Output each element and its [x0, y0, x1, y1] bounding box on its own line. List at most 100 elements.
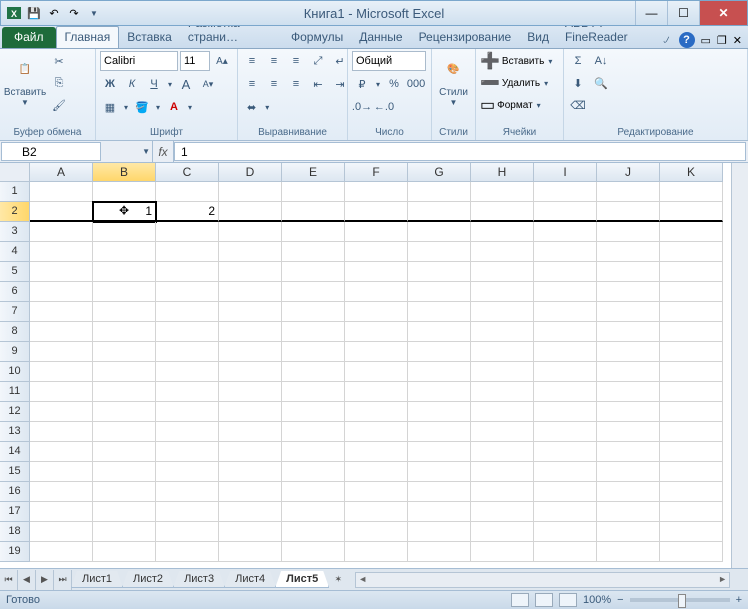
cell-C18[interactable] [156, 522, 219, 542]
cell-G19[interactable] [408, 542, 471, 562]
zoom-value[interactable]: 100% [583, 594, 611, 606]
cell-B1[interactable] [93, 182, 156, 202]
border-icon[interactable]: ▦ [100, 97, 120, 117]
cell-C13[interactable] [156, 422, 219, 442]
underline-button[interactable]: Ч [144, 74, 164, 94]
cell-H15[interactable] [471, 462, 534, 482]
cell-B2[interactable]: 1✥ [93, 202, 156, 222]
cell-K16[interactable] [660, 482, 723, 502]
cell-B13[interactable] [93, 422, 156, 442]
cell-G17[interactable] [408, 502, 471, 522]
ribbon-minimize-icon[interactable]: ㇢ [661, 35, 673, 46]
wrap-text-icon[interactable]: ↵ [330, 51, 350, 71]
indent-inc-icon[interactable]: ⇥ [330, 74, 350, 94]
namebox-dropdown-icon[interactable]: ▼ [140, 147, 152, 156]
cell-G6[interactable] [408, 282, 471, 302]
page-layout-view-icon[interactable] [535, 593, 553, 607]
cell-H3[interactable] [471, 222, 534, 242]
fill-color-icon[interactable]: 🪣 [132, 97, 152, 117]
new-sheet-icon[interactable]: ✶ [329, 570, 347, 590]
sheet-tab-Лист5[interactable]: Лист5 [275, 571, 329, 588]
cell-F17[interactable] [345, 502, 408, 522]
cell-A7[interactable] [30, 302, 93, 322]
col-header-H[interactable]: H [471, 163, 534, 182]
cell-H11[interactable] [471, 382, 534, 402]
cell-G11[interactable] [408, 382, 471, 402]
row-header-3[interactable]: 3 [0, 222, 30, 242]
cell-B12[interactable] [93, 402, 156, 422]
cell-G13[interactable] [408, 422, 471, 442]
cell-J16[interactable] [597, 482, 660, 502]
format-painter-icon[interactable]: 🖌 [49, 95, 69, 115]
cell-A2[interactable] [30, 202, 93, 222]
row-header-11[interactable]: 11 [0, 382, 30, 402]
cell-I15[interactable] [534, 462, 597, 482]
cell-E18[interactable] [282, 522, 345, 542]
cell-E14[interactable] [282, 442, 345, 462]
excel-icon[interactable]: X [5, 4, 23, 22]
cell-D10[interactable] [219, 362, 282, 382]
font-name-combo[interactable]: Calibri [100, 51, 178, 71]
cell-D3[interactable] [219, 222, 282, 242]
sheet-tab-Лист1[interactable]: Лист1 [71, 571, 123, 588]
cell-C12[interactable] [156, 402, 219, 422]
cell-J10[interactable] [597, 362, 660, 382]
cell-D11[interactable] [219, 382, 282, 402]
ribbon-tab-6[interactable]: Вид [519, 27, 557, 48]
bold-button[interactable]: Ж [100, 74, 120, 94]
orientation-icon[interactable]: ⤢ [308, 51, 328, 71]
cell-B8[interactable] [93, 322, 156, 342]
sheet-tab-Лист4[interactable]: Лист4 [224, 571, 276, 588]
cell-F19[interactable] [345, 542, 408, 562]
cell-E9[interactable] [282, 342, 345, 362]
indent-dec-icon[interactable]: ⇤ [308, 74, 328, 94]
cell-G4[interactable] [408, 242, 471, 262]
cell-D9[interactable] [219, 342, 282, 362]
row-header-12[interactable]: 12 [0, 402, 30, 422]
cell-K18[interactable] [660, 522, 723, 542]
cell-D17[interactable] [219, 502, 282, 522]
undo-icon[interactable]: ↶ [45, 4, 63, 22]
clear-icon[interactable]: ⌫ [568, 95, 588, 115]
cell-E8[interactable] [282, 322, 345, 342]
cell-I5[interactable] [534, 262, 597, 282]
row-header-10[interactable]: 10 [0, 362, 30, 382]
sheet-first-icon[interactable]: ⏮ [0, 570, 18, 590]
cell-D5[interactable] [219, 262, 282, 282]
cell-H4[interactable] [471, 242, 534, 262]
cell-A16[interactable] [30, 482, 93, 502]
cell-I10[interactable] [534, 362, 597, 382]
cell-G18[interactable] [408, 522, 471, 542]
row-header-17[interactable]: 17 [0, 502, 30, 522]
cell-I4[interactable] [534, 242, 597, 262]
accounting-icon[interactable]: ₽ [352, 74, 372, 94]
sheet-prev-icon[interactable]: ◀ [18, 570, 36, 590]
cell-H18[interactable] [471, 522, 534, 542]
cell-C4[interactable] [156, 242, 219, 262]
ribbon-tab-4[interactable]: Данные [351, 27, 410, 48]
cell-J13[interactable] [597, 422, 660, 442]
cell-E2[interactable] [282, 202, 345, 222]
name-box[interactable]: B2 [1, 142, 101, 161]
save-icon[interactable]: 💾 [25, 4, 43, 22]
cell-D14[interactable] [219, 442, 282, 462]
doc-restore-icon[interactable]: ❐ [717, 34, 727, 47]
sheet-tab-Лист3[interactable]: Лист3 [173, 571, 225, 588]
cell-F13[interactable] [345, 422, 408, 442]
formula-input[interactable]: 1 [174, 142, 746, 161]
cell-E17[interactable] [282, 502, 345, 522]
cell-A15[interactable] [30, 462, 93, 482]
row-header-13[interactable]: 13 [0, 422, 30, 442]
cell-K19[interactable] [660, 542, 723, 562]
align-right-icon[interactable]: ≡ [286, 74, 306, 94]
sort-filter-icon[interactable]: A↓ [591, 51, 611, 71]
cell-J4[interactable] [597, 242, 660, 262]
cell-C15[interactable] [156, 462, 219, 482]
align-bot-icon[interactable]: ≡ [286, 51, 306, 71]
cell-C10[interactable] [156, 362, 219, 382]
comma-icon[interactable]: 000 [406, 74, 426, 94]
col-header-G[interactable]: G [408, 163, 471, 182]
cell-A10[interactable] [30, 362, 93, 382]
cell-G5[interactable] [408, 262, 471, 282]
insert-cells-button[interactable]: ➕Вставить▾ [480, 51, 554, 71]
